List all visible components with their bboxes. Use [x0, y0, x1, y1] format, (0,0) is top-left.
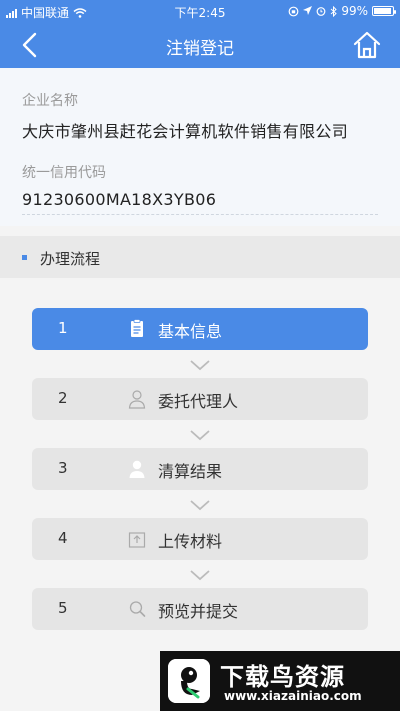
divider [22, 214, 378, 215]
bluetooth-icon [330, 5, 338, 17]
status-bar: 中国联通 下午2:45 99% [0, 0, 400, 22]
nav-bar: 注销登记 [0, 22, 400, 68]
watermark: 下载鸟资源 www.xiazainiao.com [160, 651, 400, 711]
chevron-down-icon [190, 570, 210, 581]
chevron-down-icon [190, 360, 210, 371]
step-number: 3 [58, 459, 68, 477]
step-label: 清算结果 [158, 462, 223, 481]
process-steps: 1 基本信息 2 委托代理人 3 清算结果 4 上传材料 5 预览并提交 [0, 278, 400, 711]
step-4-upload[interactable]: 4 上传材料 [32, 518, 368, 560]
step-5-preview-submit[interactable]: 5 预览并提交 [32, 588, 368, 630]
search-icon [129, 601, 146, 617]
credit-code-field: 统一信用代码 91230600MA18X3YB06 [22, 162, 378, 209]
watermark-url: www.xiazainiao.com [224, 689, 362, 703]
person-outline-icon [128, 390, 146, 409]
credit-code-label: 统一信用代码 [22, 165, 106, 181]
credit-code-value: 91230600MA18X3YB06 [22, 190, 217, 209]
orientation-lock-icon [288, 6, 299, 16]
step-2-agent[interactable]: 2 委托代理人 [32, 378, 368, 420]
battery-percent: 99% [341, 4, 368, 18]
step-label: 预览并提交 [158, 602, 239, 621]
step-number: 4 [58, 529, 68, 547]
watermark-title: 下载鸟资源 [220, 663, 345, 691]
document-icon [131, 319, 143, 337]
step-label: 委托代理人 [158, 392, 239, 411]
company-name-value: 大庆市肇州县赶花会计算机软件销售有限公司 [22, 122, 349, 141]
step-label: 基本信息 [158, 322, 223, 341]
person-filled-icon [129, 460, 145, 478]
chevron-down-icon [190, 430, 210, 441]
company-info-card: 企业名称 大庆市肇州县赶花会计算机软件销售有限公司 统一信用代码 9123060… [0, 68, 400, 226]
step-number: 5 [58, 599, 68, 617]
home-button[interactable] [352, 30, 382, 60]
process-title: 办理流程 [40, 250, 101, 268]
company-name-field: 企业名称 大庆市肇州县赶花会计算机软件销售有限公司 [22, 90, 378, 142]
process-section-header: 办理流程 [0, 236, 400, 278]
location-icon [303, 6, 313, 15]
page-title: 注销登记 [166, 39, 234, 59]
step-1-basic-info[interactable]: 1 基本信息 [32, 308, 368, 350]
header: 中国联通 下午2:45 99% 注销登记 [0, 0, 400, 68]
battery-icon [372, 6, 396, 16]
upload-icon [128, 532, 146, 548]
step-3-liquidation[interactable]: 3 清算结果 [32, 448, 368, 490]
bird-logo-icon [168, 659, 210, 703]
alarm-icon [316, 7, 326, 16]
company-name-label: 企业名称 [22, 93, 78, 109]
section-bullet-icon [22, 255, 27, 260]
step-number: 2 [58, 389, 68, 407]
step-number: 1 [58, 319, 68, 337]
step-label: 上传材料 [158, 532, 223, 551]
chevron-down-icon [190, 500, 210, 511]
